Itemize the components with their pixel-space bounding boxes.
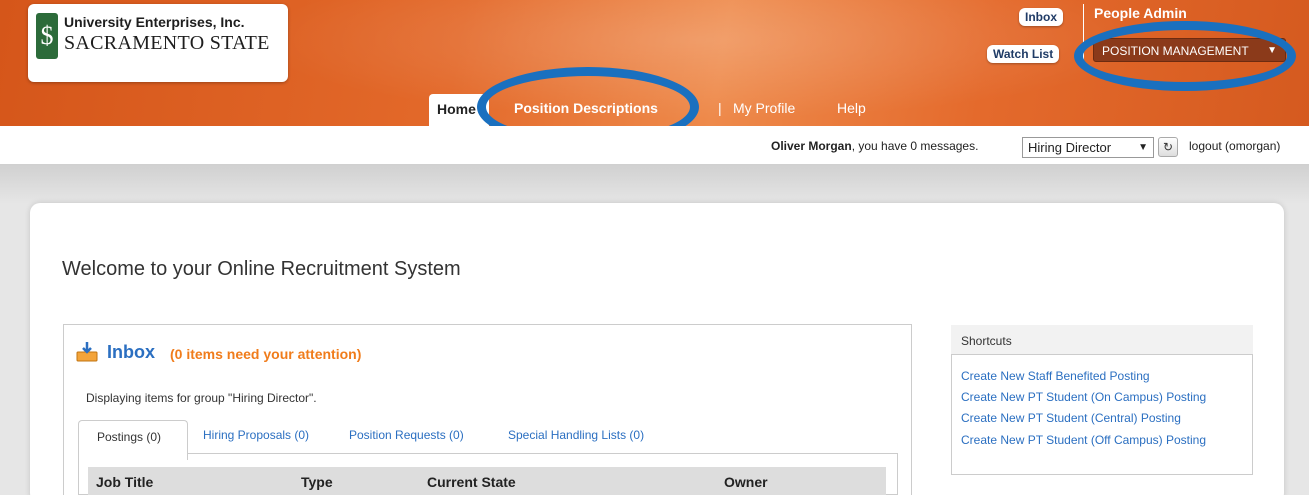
column-header-current-state[interactable]: Current State	[427, 474, 516, 490]
column-header-job-title[interactable]: Job Title	[96, 474, 153, 490]
inbox-group-text: Displaying items for group "Hiring Direc…	[86, 391, 317, 405]
page-title: Welcome to your Online Recruitment Syste…	[62, 258, 461, 280]
logo-org-name: University Enterprises, Inc.	[64, 14, 245, 30]
tab-position-requests[interactable]: Position Requests (0)	[349, 428, 464, 442]
role-select[interactable]: Hiring Director ▼	[1022, 137, 1154, 158]
tab-postings[interactable]: Postings (0)	[78, 420, 188, 460]
watch-list-button[interactable]: Watch List	[987, 45, 1060, 63]
chevron-down-icon: ▼	[1138, 142, 1148, 153]
logo[interactable]: $ University Enterprises, Inc. SACRAMENT…	[28, 4, 288, 82]
tab-my-profile[interactable]: My Profile	[733, 100, 795, 116]
refresh-icon[interactable]: ↻	[1158, 137, 1178, 157]
inbox-icon	[76, 342, 98, 362]
messages-text: , you have 0 messages.	[851, 139, 979, 153]
tab-special-handling-lists[interactable]: Special Handling Lists (0)	[508, 428, 644, 442]
nav-separator: |	[718, 100, 722, 116]
tab-divider	[78, 453, 898, 454]
shortcut-pt-student-on-campus-posting[interactable]: Create New PT Student (On Campus) Postin…	[961, 390, 1206, 404]
tab-help[interactable]: Help	[837, 100, 866, 116]
column-header-owner[interactable]: Owner	[724, 474, 768, 490]
shortcut-staff-benefited-posting[interactable]: Create New Staff Benefited Posting	[961, 369, 1150, 383]
highlight-ring-module	[1074, 21, 1296, 91]
inbox-title: Inbox	[107, 342, 155, 362]
shortcut-pt-student-off-campus-posting[interactable]: Create New PT Student (Off Campus) Posti…	[961, 433, 1206, 447]
greeting: Oliver Morgan, you have 0 messages.	[771, 139, 978, 153]
product-name: People Admin	[1094, 5, 1187, 21]
role-select-value: Hiring Director	[1028, 140, 1112, 155]
column-header-type[interactable]: Type	[301, 474, 333, 490]
user-name: Oliver Morgan	[771, 139, 852, 153]
shortcut-pt-student-central-posting[interactable]: Create New PT Student (Central) Posting	[961, 411, 1181, 425]
logo-campus-name: SACRAMENTO STATE	[64, 32, 270, 54]
header-inbox-button[interactable]: Inbox	[1019, 8, 1063, 26]
tab-hiring-proposals[interactable]: Hiring Proposals (0)	[203, 428, 309, 442]
logo-mark-icon: $	[36, 13, 58, 59]
logout-link[interactable]: logout (omorgan)	[1189, 139, 1280, 153]
shortcuts-title: Shortcuts	[951, 325, 1253, 355]
inbox-attention-count: (0 items need your attention)	[170, 346, 362, 362]
